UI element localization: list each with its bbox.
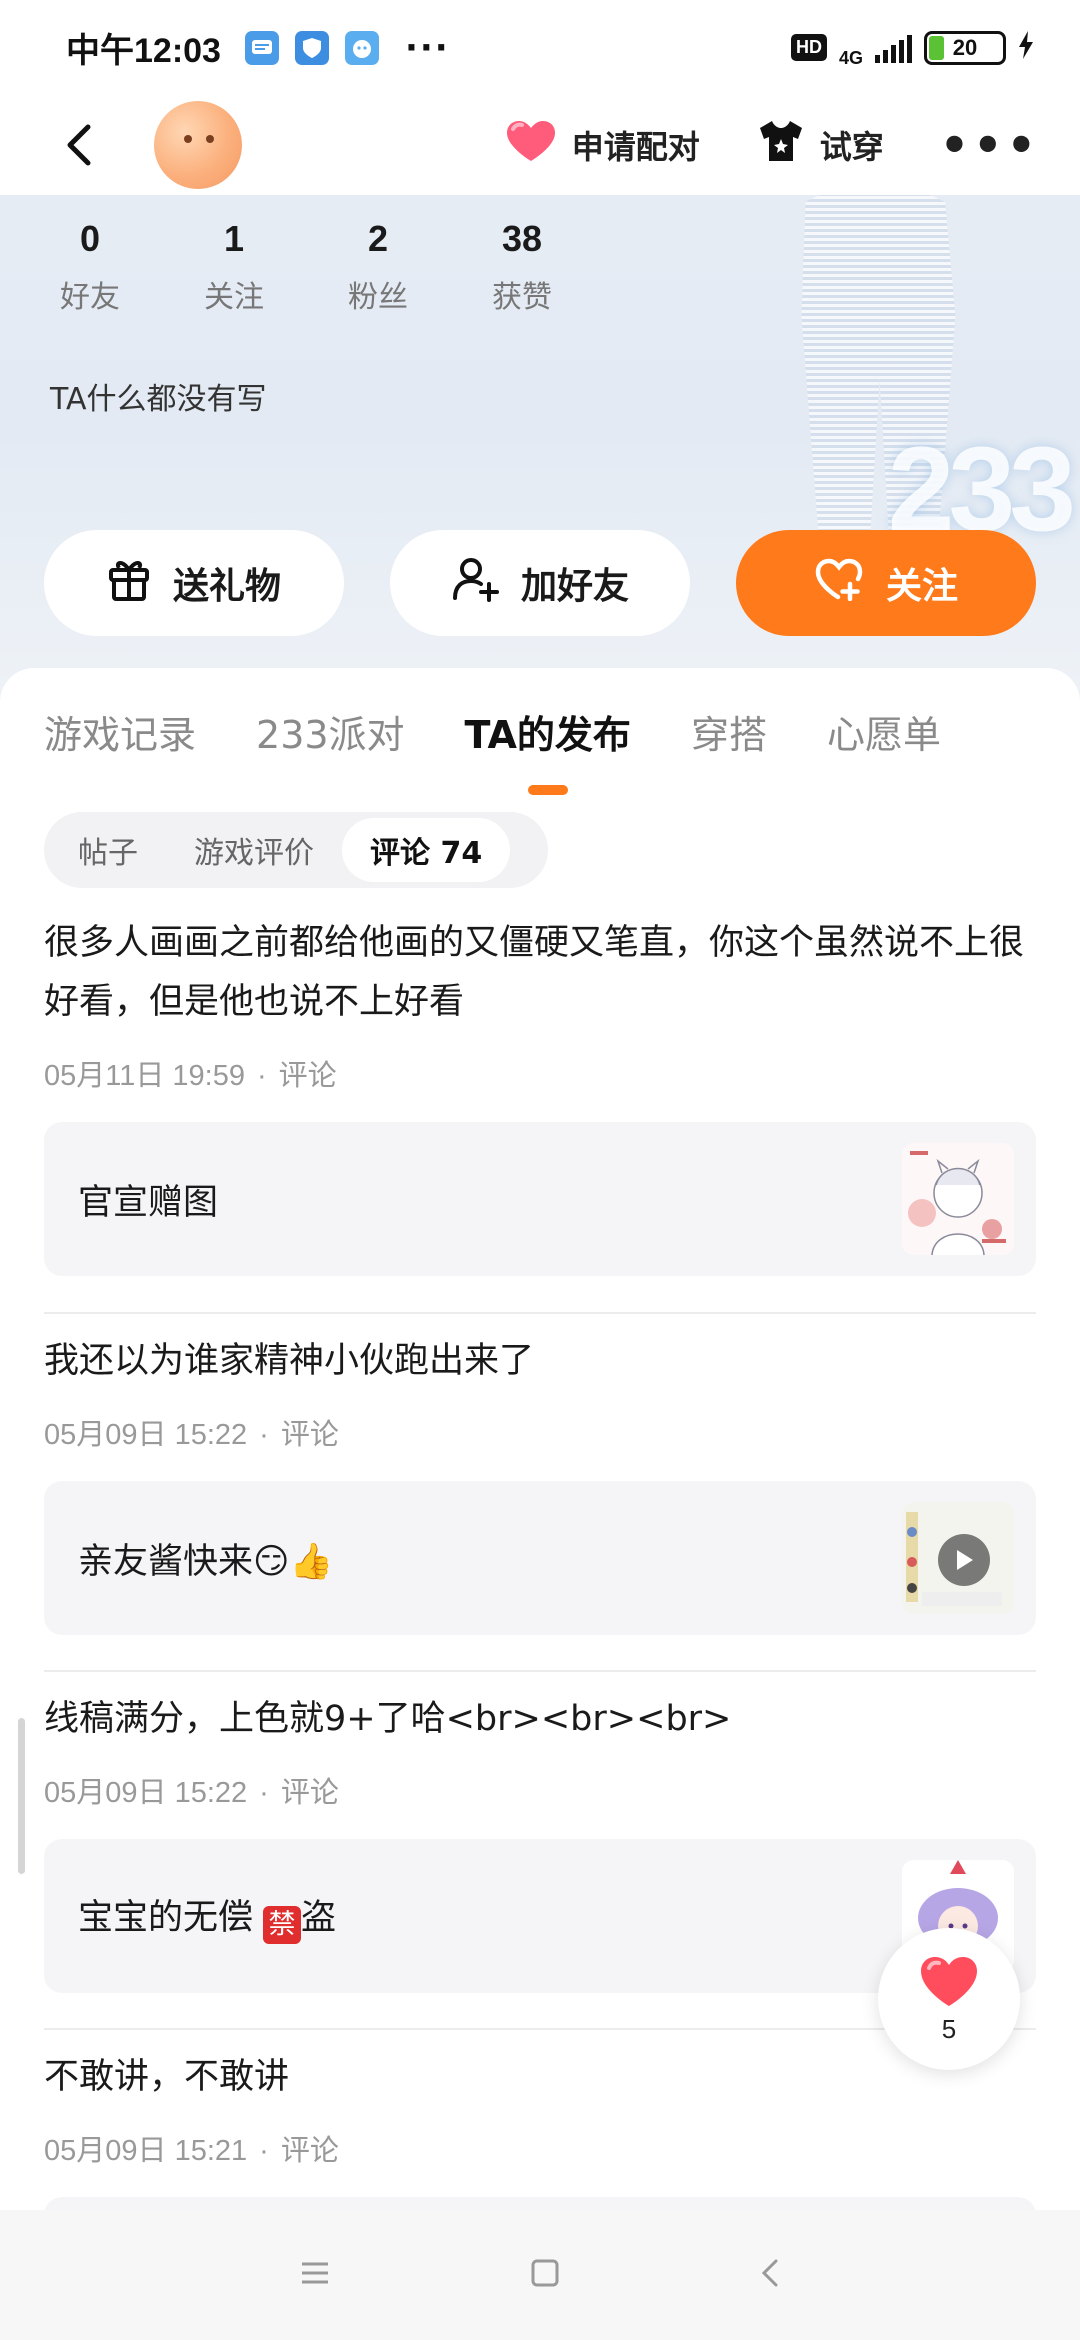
status-right: HD 4G 20: [790, 26, 1034, 69]
comment-meta: 05月09日 15:21 · 评论: [44, 2135, 339, 2167]
comment-date: 05月11日 19:59: [44, 1060, 245, 1092]
stat-friends[interactable]: 0 好友: [18, 218, 162, 316]
post-thumbnail: [902, 1143, 1014, 1255]
divider: [44, 1670, 1036, 1672]
comment-meta: 05月09日 15:22 · 评论: [44, 1777, 339, 1809]
status-bar: 中午12:03 ··· HD 4G 20: [0, 0, 1080, 95]
subtab-posts[interactable]: 帖子: [50, 818, 166, 882]
home-icon[interactable]: [530, 2258, 560, 2292]
comment-text: 我还以为谁家精神小伙跑出来了: [44, 1341, 535, 1381]
like-count: 5: [941, 2013, 957, 2044]
pair-request-label: 申请配对: [571, 128, 700, 166]
comment-text: 很多人画画之前都给他画的又僵硬又笔直，你这个虽然说不上很好看，但是他也说不上好看: [44, 923, 1025, 1022]
menu-icon[interactable]: [300, 2260, 330, 2290]
stat-following[interactable]: 1 关注: [162, 218, 306, 316]
add-user-icon: [451, 556, 499, 611]
back-nav-icon[interactable]: [760, 2258, 780, 2292]
heart-plus-icon: [814, 557, 864, 610]
comment-item[interactable]: 不敢讲，不敢讲 05月09日 15:21 · 评论: [44, 2048, 1036, 2237]
profile-tabs: 游戏记录 233派对 TA的发布 穿搭 心愿单: [0, 704, 1080, 795]
referenced-post-card[interactable]: 亲友酱快来😏👍: [44, 1481, 1036, 1635]
more-options-icon[interactable]: •••: [940, 122, 1040, 168]
comment-item[interactable]: 很多人画画之前都给他画的又僵硬又笔直，你这个虽然说不上很好看，但是他也说不上好看…: [44, 914, 1036, 1276]
profile-actions: 送礼物 加好友 关注: [44, 530, 1036, 636]
charging-icon: [1018, 28, 1034, 68]
comment-meta: 05月11日 19:59 · 评论: [44, 1060, 337, 1092]
profile-stats: 0 好友 1 关注 2 粉丝 38 获赞: [0, 218, 594, 316]
post-type-filter: 帖子 游戏评价 评论 74: [44, 812, 548, 888]
status-time: 中午12:03: [66, 32, 221, 70]
tab-game-records[interactable]: 游戏记录: [44, 704, 196, 759]
heart-pair-icon: [504, 119, 558, 171]
comment-type: 评论: [280, 1777, 339, 1809]
comment-meta: 05月09日 15:22 · 评论: [44, 1419, 339, 1451]
comment-text: 不敢讲，不敢讲: [44, 2057, 290, 2097]
message-icon: [244, 30, 279, 65]
tab-posts[interactable]: TA的发布: [465, 704, 631, 795]
like-button[interactable]: 5: [878, 1928, 1020, 2070]
heart-icon: [918, 1954, 980, 2012]
comment-type: 评论: [280, 1419, 339, 1451]
tab-outfits[interactable]: 穿搭: [691, 704, 767, 759]
nav-bar: 申请配对 试穿 •••: [0, 95, 1080, 195]
scrollbar[interactable]: [18, 1718, 25, 1874]
comment-date: 05月09日 15:21: [44, 2135, 248, 2167]
divider: [44, 1312, 1036, 1314]
comment-text: 线稿满分，上色就9+了哈<br><br><br>: [44, 1699, 732, 1739]
hd-icon: HD: [790, 34, 827, 61]
pair-request-button[interactable]: 申请配对: [504, 119, 700, 171]
network-type: 4G: [838, 48, 863, 68]
send-gift-label: 送礼物: [172, 566, 281, 607]
stat-likes[interactable]: 38 获赞: [450, 218, 594, 316]
battery-icon: 20: [924, 30, 1006, 65]
comment-item[interactable]: 线稿满分，上色就9+了哈<br><br><br> 05月09日 15:22 · 评论…: [44, 1690, 1036, 1993]
video-thumbnail: [902, 1502, 1014, 1614]
comment-type: 评论: [280, 2135, 339, 2167]
add-friend-button[interactable]: 加好友: [390, 530, 690, 636]
system-nav-bar: [0, 2210, 1080, 2340]
tab-wishlist[interactable]: 心愿单: [827, 704, 941, 759]
follow-button[interactable]: 关注: [736, 530, 1036, 636]
prohibited-icon: 禁: [263, 1905, 302, 1944]
try-on-button[interactable]: 试穿: [756, 119, 884, 171]
post-title: 亲友酱快来😏👍: [78, 1541, 334, 1582]
tshirt-icon: [756, 119, 806, 171]
subtab-game-reviews[interactable]: 游戏评价: [166, 818, 342, 882]
try-on-label: 试穿: [819, 128, 884, 166]
comment-type: 评论: [278, 1060, 337, 1092]
comment-item[interactable]: 我还以为谁家精神小伙跑出来了 05月09日 15:22 · 评论 亲友酱快来😏👍: [44, 1332, 1036, 1635]
comment-date: 05月09日 15:22: [44, 1777, 248, 1809]
app-notification-icon: [344, 30, 379, 65]
subtab-comments[interactable]: 评论 74: [342, 818, 511, 882]
follow-label: 关注: [885, 566, 958, 607]
post-title: 宝宝的无偿禁盗: [78, 1889, 336, 1944]
profile-bio: TA什么都没有写: [50, 382, 267, 417]
referenced-post-card[interactable]: 官宣赠图: [44, 1122, 1036, 1276]
nav-actions: 申请配对 试穿 •••: [504, 119, 1040, 171]
tab-233-party[interactable]: 233派对: [256, 704, 405, 759]
signal-icon: [875, 33, 912, 63]
avatar[interactable]: [154, 101, 242, 189]
comment-date: 05月09日 15:22: [44, 1419, 248, 1451]
post-title: 官宣赠图: [78, 1182, 219, 1223]
play-icon: [938, 1534, 990, 1586]
add-friend-label: 加好友: [520, 566, 629, 607]
back-icon[interactable]: [64, 121, 112, 169]
stat-fans[interactable]: 2 粉丝: [306, 218, 450, 316]
gift-icon: [107, 556, 151, 611]
more-notifications-icon: ···: [404, 27, 450, 68]
shield-icon: [294, 30, 329, 65]
send-gift-button[interactable]: 送礼物: [44, 530, 344, 636]
